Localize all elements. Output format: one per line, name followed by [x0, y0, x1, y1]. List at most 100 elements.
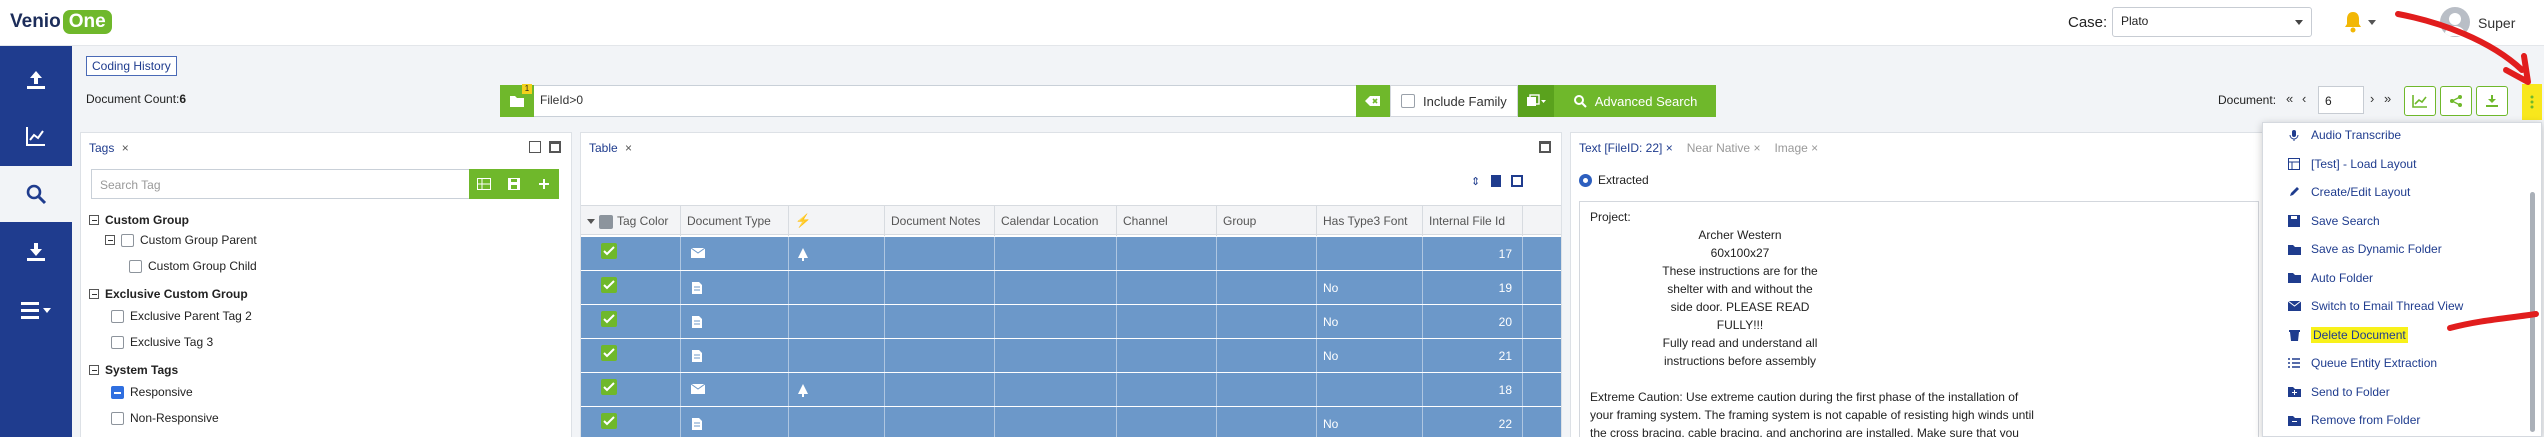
- column-header-tag-color[interactable]: Tag Color: [581, 206, 681, 236]
- menu-item-send-to-folder[interactable]: Send to Folder: [2263, 378, 2541, 406]
- tab-near-native[interactable]: Near Native ×: [1687, 141, 1761, 155]
- maximize-icon[interactable]: [549, 141, 561, 153]
- tree-group[interactable]: Exclusive Custom Group: [89, 287, 248, 301]
- coding-history-button[interactable]: Coding History: [86, 56, 177, 76]
- avatar[interactable]: [2440, 7, 2470, 37]
- row-checkbox[interactable]: [601, 379, 617, 395]
- document-text-viewer[interactable]: Project: Archer Western 60x100x27 These ins…: [1579, 201, 2259, 437]
- row-checkbox[interactable]: [601, 345, 617, 361]
- chevron-down-icon[interactable]: [587, 219, 595, 225]
- close-icon[interactable]: ×: [1811, 141, 1818, 155]
- sort-icon[interactable]: ⇕: [1471, 175, 1480, 188]
- tag-checkbox[interactable]: [121, 233, 134, 247]
- close-icon[interactable]: ×: [1753, 141, 1760, 155]
- collapse-icon[interactable]: [89, 289, 99, 299]
- advanced-search-button[interactable]: Advanced Search: [1554, 85, 1716, 117]
- menu-item-queue-entity-extraction[interactable]: Queue Entity Extraction: [2263, 349, 2541, 377]
- tree-group[interactable]: Custom Group: [89, 213, 189, 227]
- menu-item-save-as-dynamic-folder[interactable]: Save as Dynamic Folder: [2263, 235, 2541, 263]
- tree-item[interactable]: Responsive: [111, 385, 193, 399]
- column-header-calendar-location[interactable]: Calendar Location: [995, 206, 1117, 236]
- tab-text[interactable]: Text [FileID: 22] ×: [1579, 141, 1673, 155]
- download-icon[interactable]: [0, 224, 72, 280]
- select-all-checkbox[interactable]: [599, 214, 613, 229]
- column-header-document-type[interactable]: Document Type: [681, 206, 789, 236]
- upload-icon[interactable]: [0, 52, 72, 108]
- row-checkbox[interactable]: [601, 277, 617, 293]
- menu-item-remove-from-folder[interactable]: Remove from Folder: [2263, 406, 2541, 434]
- menu-item-save-search[interactable]: Save Search: [2263, 207, 2541, 235]
- prev-page-icon[interactable]: ‹: [2302, 91, 2306, 106]
- table-row[interactable]: No 21: [581, 339, 1561, 373]
- tree-item[interactable]: Custom Group Parent: [105, 233, 257, 247]
- user-name[interactable]: Super: [2478, 15, 2515, 31]
- close-icon[interactable]: ×: [1666, 141, 1673, 155]
- tag-checkbox[interactable]: [111, 309, 124, 323]
- query-input[interactable]: [500, 85, 1390, 117]
- tag-checkbox[interactable]: [129, 259, 142, 273]
- document-icon[interactable]: [1491, 175, 1501, 187]
- table-row[interactable]: 17: [581, 237, 1561, 271]
- tag-checkbox[interactable]: [111, 411, 124, 425]
- tag-add-button[interactable]: [529, 169, 559, 199]
- bell-icon[interactable]: [2342, 10, 2364, 34]
- menu-item-create-edit-layout[interactable]: Create/Edit Layout: [2263, 178, 2541, 206]
- close-icon[interactable]: ×: [625, 141, 632, 155]
- tag-grid-button[interactable]: [469, 169, 499, 199]
- menu-icon[interactable]: [0, 282, 72, 338]
- tag-checkbox[interactable]: [111, 335, 124, 349]
- tree-item[interactable]: Custom Group Child: [129, 259, 257, 273]
- extracted-radio[interactable]: Extracted: [1579, 173, 1649, 187]
- column-header-internal-file-id[interactable]: Internal File Id: [1423, 206, 1523, 236]
- multi-view-button[interactable]: [1518, 85, 1554, 117]
- more-actions-button[interactable]: [2522, 84, 2542, 120]
- share-button[interactable]: [2440, 86, 2472, 116]
- menu-item-auto-folder[interactable]: Auto Folder: [2263, 264, 2541, 292]
- document-number-input[interactable]: 6: [2318, 86, 2364, 114]
- columns-icon[interactable]: [1511, 175, 1523, 187]
- tree-item[interactable]: Non-Responsive: [111, 411, 219, 425]
- tree-item[interactable]: Exclusive Parent Tag 2: [111, 309, 252, 323]
- table-row[interactable]: 18: [581, 373, 1561, 407]
- menu-item-audio-transcribe[interactable]: Audio Transcribe: [2263, 123, 2541, 149]
- tree-item[interactable]: Exclusive Tag 3: [111, 335, 213, 349]
- chart-button[interactable]: [2404, 86, 2436, 116]
- collapse-icon[interactable]: [105, 235, 115, 245]
- menu-item-switch-to-email-thread-view[interactable]: Switch to Email Thread View: [2263, 292, 2541, 320]
- column-header-channel[interactable]: Channel: [1117, 206, 1217, 236]
- column-header-attachment[interactable]: ⚡: [789, 206, 885, 236]
- tag-save-button[interactable]: [499, 169, 529, 199]
- query-text[interactable]: FileId>0: [540, 93, 583, 107]
- first-page-icon[interactable]: «: [2286, 91, 2293, 106]
- column-header-has-type3-font[interactable]: Has Type3 Font: [1317, 206, 1423, 236]
- menu-scrollbar[interactable]: [2530, 192, 2535, 432]
- tab-image[interactable]: Image ×: [1774, 141, 1818, 155]
- row-checkbox[interactable]: [601, 311, 617, 327]
- table-row[interactable]: No 22: [581, 407, 1561, 437]
- last-page-icon[interactable]: »: [2384, 91, 2391, 106]
- menu-item-delete-document[interactable]: Delete Document: [2263, 321, 2541, 349]
- column-header-document-notes[interactable]: Document Notes: [885, 206, 995, 236]
- case-select[interactable]: Plato: [2112, 7, 2312, 37]
- app-logo[interactable]: Venio One: [10, 9, 112, 35]
- maximize-icon[interactable]: [1539, 141, 1551, 153]
- download-button[interactable]: [2476, 86, 2508, 116]
- column-header-group[interactable]: Group: [1217, 206, 1317, 236]
- table-row[interactable]: No 20: [581, 305, 1561, 339]
- menu-item-test-load-layout[interactable]: [Test] - Load Layout: [2263, 150, 2541, 178]
- collapse-icon[interactable]: [89, 215, 99, 225]
- collapse-icon[interactable]: [89, 365, 99, 375]
- include-family-checkbox[interactable]: [1401, 94, 1415, 108]
- chevron-down-icon[interactable]: [2368, 20, 2376, 25]
- radio-selected-icon[interactable]: [1579, 173, 1592, 187]
- close-icon[interactable]: ×: [122, 141, 129, 155]
- clear-query-button[interactable]: [1356, 85, 1390, 117]
- table-row[interactable]: No 19: [581, 271, 1561, 305]
- restore-icon[interactable]: [529, 141, 541, 153]
- include-family-toggle[interactable]: Include Family: [1390, 85, 1518, 117]
- row-checkbox[interactable]: [601, 243, 617, 259]
- tree-group[interactable]: System Tags: [89, 363, 178, 377]
- tag-checkbox-indeterminate[interactable]: [111, 385, 124, 399]
- next-page-icon[interactable]: ›: [2370, 91, 2374, 106]
- row-checkbox[interactable]: [601, 413, 617, 429]
